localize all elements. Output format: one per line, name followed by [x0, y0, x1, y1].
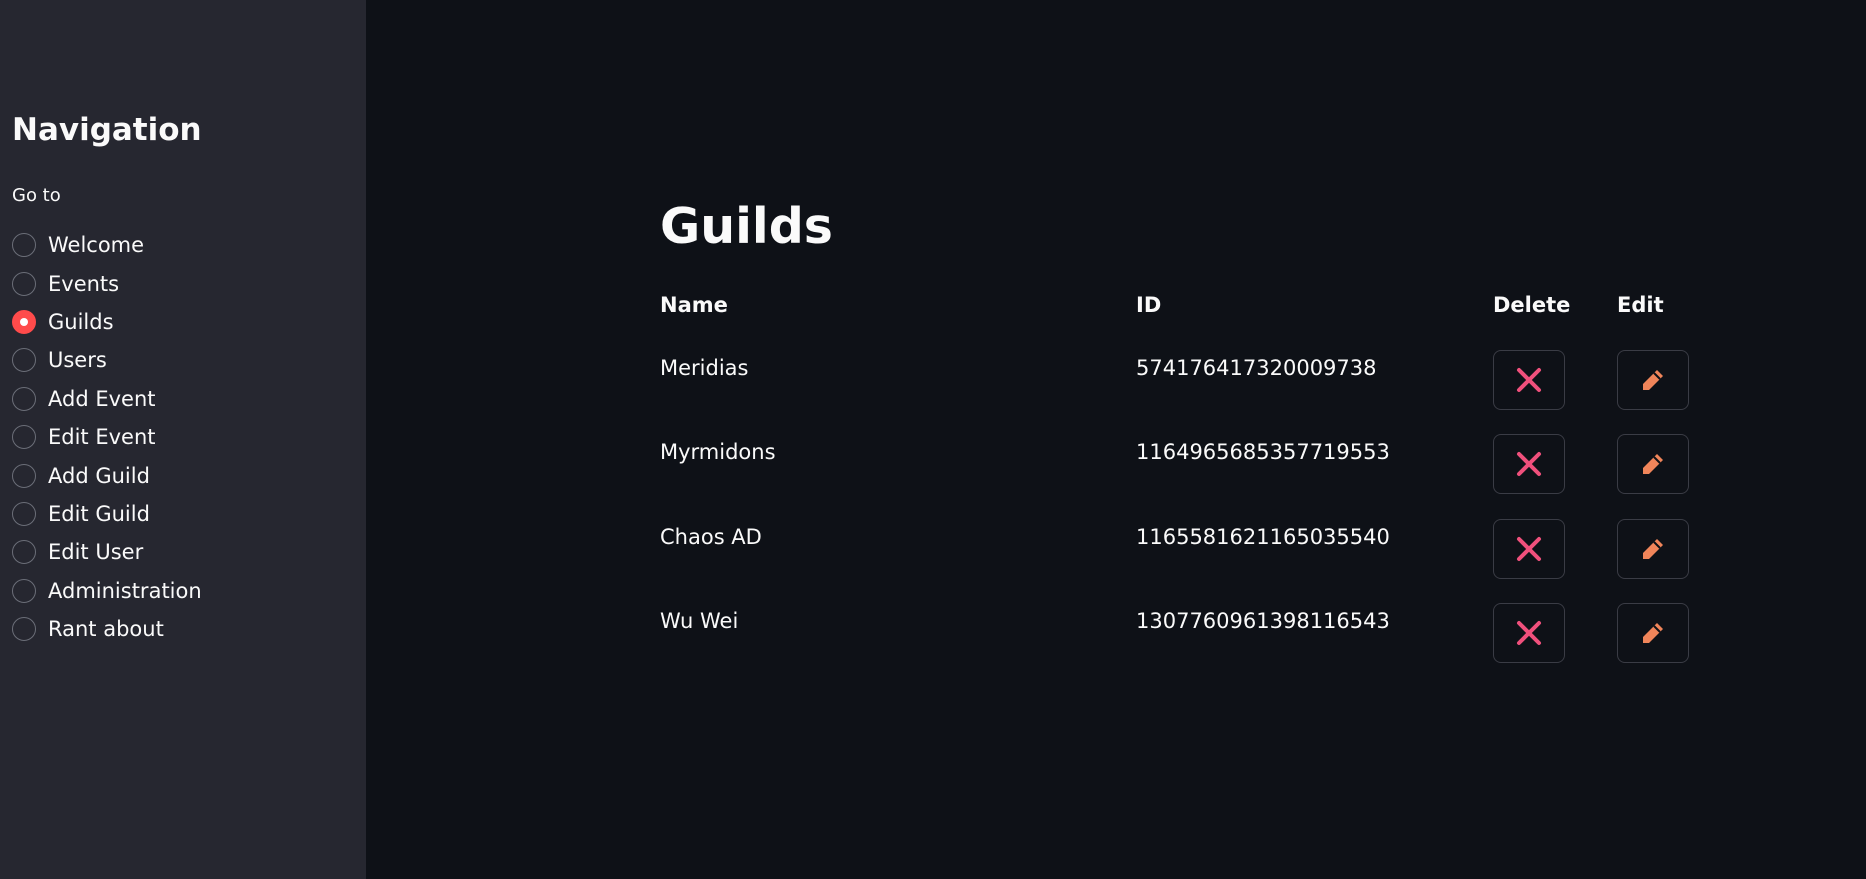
radio-button-icon[interactable]: [12, 309, 36, 334]
cross-mark-icon: [1517, 620, 1541, 645]
radio-option-label: Guilds: [48, 309, 114, 334]
pencil-icon: [1643, 622, 1663, 643]
radio-option-label: Administration: [48, 578, 202, 603]
guild-name-cell: Chaos AD: [660, 524, 762, 549]
delete-guild-button[interactable]: [1493, 350, 1565, 410]
radio-option-label: Edit Event: [48, 425, 156, 450]
app-root: Navigation Go to Welcome Events Guilds User…: [0, 0, 1866, 879]
guild-id-cell: 1307760961398116543: [1136, 608, 1390, 633]
guild-name-cell: Wu Wei: [660, 608, 739, 633]
radio-button-icon[interactable]: [12, 540, 36, 565]
radio-button-icon[interactable]: [12, 386, 36, 411]
pencil-icon: [1643, 370, 1663, 390]
radio-button-icon[interactable]: [12, 233, 36, 258]
radio-button-icon[interactable]: [12, 617, 36, 642]
guild-id-cell: 1164965685357719553: [1136, 440, 1390, 465]
cross-mark-icon: [1517, 368, 1541, 392]
sidebar: Navigation Go to Welcome Events Guilds User…: [0, 0, 366, 879]
radio-option-label: Rant about: [48, 617, 164, 642]
pencil-icon: [1643, 454, 1663, 475]
radio-button-icon[interactable]: [12, 348, 36, 373]
radio-option-welcome[interactable]: Welcome: [12, 226, 202, 264]
radio-option-edit-user[interactable]: Edit User: [12, 533, 202, 571]
radio-option-guilds[interactable]: Guilds: [12, 303, 202, 341]
radio-button-icon[interactable]: [12, 271, 36, 296]
delete-guild-button[interactable]: [1493, 434, 1565, 495]
guild-id-cell: 574176417320009738: [1136, 356, 1377, 380]
radio-option-label: Edit Guild: [48, 501, 150, 526]
radio-button-icon[interactable]: [12, 425, 36, 450]
edit-guild-button[interactable]: [1617, 350, 1689, 410]
radio-option-events[interactable]: Events: [12, 264, 202, 302]
guild-name-cell: Meridias: [660, 356, 749, 380]
cross-mark-icon: [1517, 536, 1541, 561]
cross-mark-icon: [1517, 452, 1541, 477]
radio-option-edit-event[interactable]: Edit Event: [12, 418, 202, 456]
guild-name-cell: Myrmidons: [660, 440, 776, 465]
radio-option-label: Edit User: [48, 540, 144, 565]
radio-option-label: Add Event: [48, 386, 156, 411]
edit-guild-button[interactable]: [1617, 518, 1689, 579]
radio-option-administration[interactable]: Administration: [12, 572, 202, 610]
delete-guild-button[interactable]: [1493, 602, 1565, 663]
sidebar-title: Navigation: [12, 112, 202, 148]
radio-option-label: Add Guild: [48, 463, 150, 488]
radio-group-label: Go to: [12, 185, 61, 206]
column-header-id: ID: [1136, 293, 1162, 317]
delete-guild-button[interactable]: [1493, 518, 1565, 579]
radio-button-icon[interactable]: [12, 501, 36, 526]
main-content: Guilds Name ID Delete Edit Meridias 57417…: [366, 0, 1866, 879]
edit-guild-button[interactable]: [1617, 602, 1689, 663]
radio-option-label: Welcome: [48, 233, 145, 258]
guild-id-cell: 1165581621165035540: [1136, 524, 1390, 549]
pencil-icon: [1643, 538, 1663, 559]
edit-guild-button[interactable]: [1617, 434, 1689, 495]
radio-option-edit-guild[interactable]: Edit Guild: [12, 495, 202, 533]
page-title: Guilds: [660, 198, 833, 255]
radio-button-icon[interactable]: [12, 578, 36, 603]
column-header-delete: Delete: [1493, 293, 1571, 317]
radio-option-label: Users: [48, 348, 107, 373]
radio-option-rant-about[interactable]: Rant about: [12, 610, 202, 648]
navigation-radio-group: Welcome Events Guilds Users Add Event Edit Ev…: [12, 226, 202, 648]
radio-option-users[interactable]: Users: [12, 341, 202, 379]
radio-option-add-guild[interactable]: Add Guild: [12, 456, 202, 494]
radio-option-add-event[interactable]: Add Event: [12, 380, 202, 418]
column-header-edit: Edit: [1617, 293, 1664, 317]
column-header-name: Name: [660, 293, 728, 317]
radio-option-label: Events: [48, 271, 120, 296]
radio-button-icon[interactable]: [12, 463, 36, 488]
